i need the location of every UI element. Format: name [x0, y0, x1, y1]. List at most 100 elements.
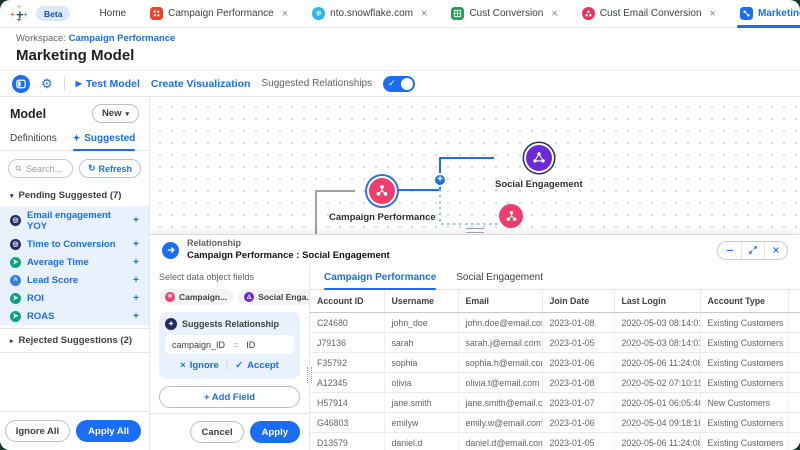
- tab-suggested[interactable]: ✦ Suggested: [73, 128, 136, 150]
- list-item[interactable]: ◎ Email engagement YOY +: [0, 206, 149, 235]
- tab-home[interactable]: Home: [90, 0, 135, 28]
- apply-all-button[interactable]: Apply All: [76, 420, 141, 442]
- minimize-icon[interactable]: [718, 242, 741, 259]
- share-icon: [499, 204, 523, 228]
- edges: [150, 97, 800, 247]
- sheet-icon: [451, 7, 464, 20]
- column-header[interactable]: Join Date: [542, 290, 614, 313]
- workbook-icon: [150, 7, 163, 20]
- add-field-button[interactable]: + Add Field: [159, 386, 300, 408]
- tab-snowflake[interactable]: ❄ nto.snowflake.com ×: [303, 0, 436, 28]
- add-icon[interactable]: +: [133, 257, 139, 268]
- add-icon[interactable]: +: [133, 239, 139, 250]
- close-icon[interactable]: ×: [710, 8, 716, 20]
- right-field[interactable]: ID: [246, 340, 255, 350]
- tab-preview-social-engagement[interactable]: Social Engagement: [456, 272, 543, 289]
- cancel-button[interactable]: Cancel: [190, 421, 243, 443]
- triangle-network-icon: ◬: [244, 292, 254, 302]
- suggested-relationships-toggle[interactable]: ✓: [383, 76, 415, 92]
- panel-title: Relationship: [187, 238, 390, 249]
- chevron-down-icon: ▾: [10, 192, 14, 200]
- score-icon: ˄: [10, 275, 21, 286]
- close-icon[interactable]: [764, 242, 787, 259]
- add-icon[interactable]: +: [133, 293, 139, 304]
- fields-footer: Cancel Apply: [150, 413, 309, 450]
- model-sidebar: Model New ▾ Definitions ✦ Suggested: [0, 97, 150, 450]
- table-row[interactable]: J79136 sarah sarah.j@email.com 2023-01-0…: [310, 333, 800, 353]
- column-header[interactable]: Username: [384, 290, 458, 313]
- list-item[interactable]: ◎ Time to Conversion +: [0, 235, 149, 253]
- list-item[interactable]: ➤ ROAS +: [0, 307, 149, 325]
- breadcrumb-workspace-link[interactable]: Campaign Performance: [69, 33, 176, 44]
- equals-operator: =: [233, 340, 238, 350]
- close-icon[interactable]: ×: [282, 8, 288, 20]
- table-row[interactable]: G46803 emilyw emily.w@email.com 2023-01-…: [310, 413, 800, 433]
- target-icon: ◎: [10, 215, 21, 226]
- accept-button[interactable]: ✓ Accept: [235, 360, 279, 371]
- pending-suggested-header[interactable]: ▾ Pending Suggested (7): [0, 185, 149, 206]
- gear-icon[interactable]: ⚙: [41, 77, 53, 90]
- close-icon[interactable]: ×: [421, 8, 427, 20]
- refresh-button[interactable]: ↻ Refresh: [79, 159, 141, 178]
- suggested-relationships-label: Suggested Relationships: [261, 78, 372, 89]
- new-button[interactable]: New ▾: [92, 104, 139, 123]
- table-row[interactable]: A12345 olivia olivia.t@email.com 2023-01…: [310, 373, 800, 393]
- panel-toggle-button[interactable]: [12, 75, 30, 93]
- tab-campaign-performance[interactable]: Campaign Performance ×: [141, 0, 297, 28]
- relationship-plus-icon[interactable]: +: [433, 173, 447, 187]
- flow-icon: [582, 7, 595, 20]
- tab-cust-email-conversion[interactable]: Cust Email Conversion ×: [573, 0, 725, 28]
- search-icon: [15, 164, 22, 173]
- list-item[interactable]: ˄ Lead Score +: [0, 271, 149, 289]
- column-resize-handle[interactable]: [307, 367, 312, 383]
- pending-suggested-list: ◎ Email engagement YOY + ◎ Time to Conve…: [0, 206, 149, 325]
- sidebar-title: Model: [10, 107, 46, 121]
- node-campaign-performance[interactable]: Campaign Performance: [329, 178, 436, 223]
- add-icon[interactable]: +: [133, 275, 139, 286]
- table-row[interactable]: H57914 jane.smith jane.smith@email.com 2…: [310, 393, 800, 413]
- model-canvas[interactable]: Campaign Performance Social Engagement +: [150, 97, 800, 450]
- resize-handle[interactable]: [466, 228, 484, 233]
- expand-icon[interactable]: [741, 242, 764, 259]
- tab-definitions[interactable]: Definitions: [10, 128, 57, 150]
- table-row[interactable]: F35792 sophia sophia.h@email.com 2023-01…: [310, 353, 800, 373]
- app-window: + + + + + Beta Home Campaign Performance…: [0, 0, 800, 450]
- metric-icon: ➤: [10, 257, 21, 268]
- test-model-button[interactable]: ▶ Test Model: [76, 78, 140, 90]
- node-social-engagement[interactable]: Social Engagement: [495, 145, 583, 190]
- page-header: Workspace: Campaign Performance Marketin…: [0, 28, 800, 70]
- list-item[interactable]: ➤ Average Time +: [0, 253, 149, 271]
- node-unlabeled[interactable]: [499, 204, 523, 228]
- beta-badge: Beta: [36, 6, 70, 21]
- tab-preview-campaign-performance[interactable]: Campaign Performance: [324, 272, 436, 289]
- left-field[interactable]: campaign_ID: [172, 340, 225, 350]
- chip-social[interactable]: ◬ Social Enga...: [238, 289, 309, 305]
- close-icon[interactable]: ×: [551, 8, 557, 20]
- table-row[interactable]: C24680 john_doe john.doe@email.com 2023-…: [310, 313, 800, 333]
- column-header-clipped: [788, 290, 800, 313]
- fields-heading: Select data object fields: [159, 272, 300, 282]
- suggests-relationship-card: ✦ Suggests Relationship campaign_ID = ID: [159, 312, 300, 379]
- chip-campaign[interactable]: ✳ Campaign...: [159, 289, 233, 305]
- divider: |: [226, 360, 228, 371]
- add-icon[interactable]: +: [133, 311, 139, 322]
- table-row[interactable]: D13579 daniel.d daniel.d@email.com 2023-…: [310, 433, 800, 450]
- search-input[interactable]: [8, 159, 73, 178]
- tab-cust-conversion[interactable]: Cust Conversion ×: [442, 0, 566, 28]
- create-visualization-button[interactable]: Create Visualization: [151, 78, 251, 90]
- column-header[interactable]: Account ID: [310, 290, 384, 313]
- ai-suggest-icon: ✦: [165, 318, 177, 330]
- ignore-button[interactable]: × Ignore: [180, 360, 219, 371]
- ignore-all-button[interactable]: Ignore All: [5, 420, 70, 442]
- column-header[interactable]: Email: [458, 290, 542, 313]
- list-item[interactable]: ➤ ROI +: [0, 289, 149, 307]
- tab-marketing-model[interactable]: Marketing Model ×: [731, 0, 800, 28]
- data-preview-table[interactable]: Account ID Username Email Join Date Last…: [310, 290, 800, 450]
- rejected-suggestions-header[interactable]: ▸ Rejected Suggestions (2): [0, 328, 149, 353]
- field-mapping-row[interactable]: campaign_ID = ID: [165, 335, 294, 354]
- chevron-down-icon: ▾: [125, 110, 129, 118]
- column-header[interactable]: Account Type: [700, 290, 788, 313]
- column-header[interactable]: Last Login: [614, 290, 700, 313]
- add-icon[interactable]: +: [133, 215, 139, 226]
- apply-button[interactable]: Apply: [250, 421, 300, 443]
